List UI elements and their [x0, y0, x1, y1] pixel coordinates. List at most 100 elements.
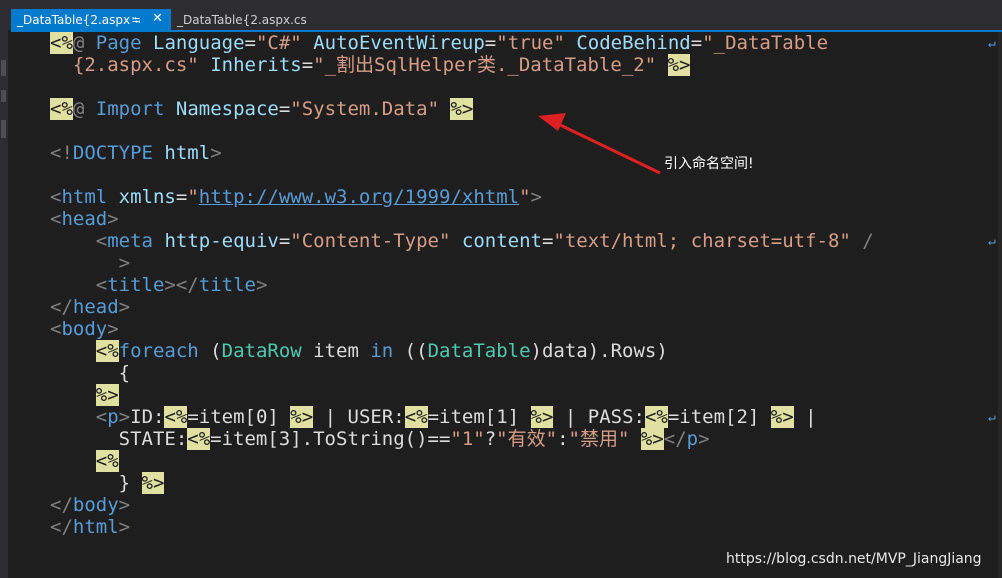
- code-line: <title></title>: [50, 274, 268, 296]
- margin-marker: [1, 60, 6, 76]
- text: | PASS:: [553, 406, 645, 428]
- code-line: </body>: [50, 494, 130, 516]
- attribute-value: "Content-Type": [290, 230, 451, 252]
- server-tag-close: %>: [290, 406, 314, 428]
- attribute-value: "System.Data": [290, 98, 440, 120]
- attribute-value: "C#": [255, 32, 302, 54]
- attribute-value: "_割出SqlHelper类._DataTable_2": [313, 54, 657, 76]
- server-tag-open: <%: [644, 406, 668, 428]
- bracket: <: [95, 230, 108, 252]
- type-name: DataTable: [427, 340, 531, 362]
- tab-datatable-aspx[interactable]: _DataTable{2.aspx ⭾ ✕: [11, 9, 171, 30]
- equals: =: [244, 32, 256, 54]
- bracket: >: [255, 274, 268, 296]
- code-line: %>: [50, 384, 119, 406]
- expression: =item[3].ToString()==: [210, 428, 451, 450]
- bracket: <: [50, 208, 62, 230]
- expression: =item[2]: [667, 406, 771, 428]
- equals: =: [690, 32, 703, 54]
- code-line: <%@ Page Language="C#" AutoEventWireup="…: [50, 32, 828, 54]
- server-tag-close: %>: [141, 472, 165, 494]
- operator: ?: [484, 428, 497, 450]
- attribute-name: Language: [153, 32, 245, 54]
- equals: =: [278, 98, 291, 120]
- attribute-name: Namespace: [175, 98, 279, 120]
- attribute-value: "true": [496, 32, 565, 54]
- text: STATE:: [118, 428, 188, 450]
- bracket: >: [118, 252, 131, 274]
- code-line: >: [50, 252, 130, 274]
- bracket: >: [107, 318, 119, 340]
- code-line: {2.aspx.cs" Inherits="_割出SqlHelper类._Dat…: [50, 54, 691, 76]
- bracket: >: [118, 406, 131, 428]
- quote: ": [187, 186, 199, 208]
- server-tag-close: %>: [95, 384, 119, 406]
- equals: =: [484, 32, 497, 54]
- string-literal: "1": [450, 428, 485, 450]
- text: ID:: [130, 406, 165, 428]
- margin-marker: [1, 90, 6, 102]
- server-tag-open: <%: [187, 428, 211, 450]
- tag-name: title: [107, 274, 165, 296]
- bracket: </: [50, 516, 73, 538]
- bracket: >: [698, 428, 710, 450]
- identifier: item: [301, 340, 371, 362]
- tag-name: body: [61, 318, 108, 340]
- bracket: <: [50, 318, 62, 340]
- server-tag-close: %>: [640, 428, 664, 450]
- bracket: ></: [164, 274, 199, 296]
- bracket: >: [118, 494, 131, 516]
- code-line: } %>: [50, 472, 165, 494]
- expression: =item[1]: [427, 406, 531, 428]
- pin-icon[interactable]: ⭾: [132, 12, 140, 31]
- bracket: >: [118, 296, 131, 318]
- bracket: /: [862, 230, 874, 252]
- close-icon[interactable]: ✕: [152, 11, 163, 26]
- tag-name: head: [72, 296, 119, 318]
- tag-name: p: [686, 428, 699, 450]
- code-line: <html xmlns="http://www.w3.org/1999/xhtm…: [50, 186, 542, 208]
- code-line: <%: [50, 450, 119, 472]
- code-line: {: [50, 362, 130, 384]
- server-tag-open: <%: [95, 340, 119, 362]
- xmlns-link[interactable]: http://www.w3.org/1999/xhtml: [199, 186, 519, 208]
- punctuation: (: [198, 340, 222, 362]
- server-tag-close: %>: [450, 98, 474, 120]
- keyword: foreach: [118, 340, 199, 362]
- vertical-scrollbar[interactable]: [998, 32, 1002, 578]
- server-tag-open: <%: [164, 406, 188, 428]
- code-line: <!DOCTYPE html>: [50, 142, 222, 164]
- string-literal: "有效": [496, 428, 558, 450]
- tab-label: _DataTable{2.aspx.cs: [177, 13, 307, 27]
- server-tag-open: <%: [404, 406, 428, 428]
- expression: )data).Rows): [530, 340, 668, 362]
- bracket: <: [95, 274, 108, 296]
- server-tag-open: <%: [95, 450, 119, 472]
- equals: =: [541, 230, 554, 252]
- operator: :: [557, 428, 569, 450]
- quote: ": [519, 186, 531, 208]
- tag-name: body: [72, 494, 119, 516]
- document-tab-bar: _DataTable{2.aspx ⭾ ✕ _DataTable{2.aspx.…: [8, 0, 1002, 32]
- annotation-label: 引入命名空间!: [664, 156, 754, 172]
- text: |: [793, 406, 817, 428]
- brace: {: [118, 362, 131, 384]
- attribute-name: CodeBehind: [576, 32, 691, 54]
- bracket: </: [663, 428, 687, 450]
- doctype-keyword: DOCTYPE: [72, 142, 153, 164]
- attribute-value: {2.aspx.cs": [72, 54, 199, 76]
- bracket: >: [118, 516, 131, 538]
- string-literal: "禁用": [568, 428, 630, 450]
- bracket: </: [50, 296, 73, 318]
- code-line: <p>ID:<%=item[0] %> | USER:<%=item[1] %>…: [50, 406, 817, 428]
- directive-at: @: [72, 98, 85, 120]
- keyword: in: [370, 340, 394, 362]
- equals: =: [175, 186, 188, 208]
- tab-datatable-aspx-cs[interactable]: _DataTable{2.aspx.cs: [171, 9, 321, 30]
- attribute-value: "_DataTable: [702, 32, 829, 54]
- code-line: <head>: [50, 208, 119, 230]
- bracket: <!: [50, 142, 73, 164]
- attribute-name: http-equiv: [164, 230, 279, 252]
- code-editor[interactable]: <%@ Page Language="C#" AutoEventWireup="…: [30, 32, 1002, 578]
- brace: }: [118, 472, 142, 494]
